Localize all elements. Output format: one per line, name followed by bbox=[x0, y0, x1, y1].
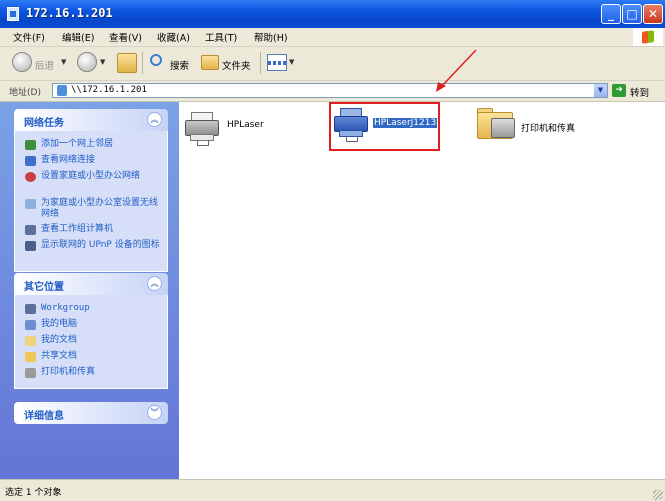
other-places-header[interactable]: 其它位置 ︽ bbox=[14, 273, 168, 295]
annotation-arrow bbox=[179, 102, 665, 479]
menu-view[interactable]: 查看(V) bbox=[109, 30, 142, 44]
explorer-window: 172.16.1.201 _ □ ✕ 文件(F) 编辑(E) 查看(V) 收藏(… bbox=[0, 0, 665, 501]
other-places-box: 其它位置 ︽ Workgroup 我的电脑 我的文档 共享文档 打印机和传真 bbox=[14, 273, 168, 389]
folders-button-label[interactable]: 文件夹 bbox=[222, 58, 251, 72]
details-box: 详细信息 ︾ bbox=[14, 402, 168, 424]
printer-item-hplaser[interactable]: HPLaser bbox=[185, 112, 275, 148]
menu-edit[interactable]: 编辑(E) bbox=[62, 30, 94, 44]
workgroup-icon bbox=[25, 304, 36, 314]
title-bar[interactable]: 172.16.1.201 _ □ ✕ bbox=[0, 0, 665, 28]
minimize-button[interactable]: _ bbox=[601, 4, 621, 24]
my-computer-icon bbox=[25, 320, 36, 330]
forward-dropdown-icon[interactable]: ▼ bbox=[100, 58, 105, 66]
other-places-list: Workgroup 我的电脑 我的文档 共享文档 打印机和传真 bbox=[14, 295, 168, 389]
folder-item-label[interactable]: 打印机和传真 bbox=[521, 121, 575, 134]
wireless-network-icon bbox=[25, 199, 36, 209]
address-input[interactable]: \\172.16.1.201 ▼ bbox=[52, 83, 608, 98]
toolbar: 后退 ▼ ▼ 搜索 文件夹 ▼ bbox=[0, 47, 665, 81]
network-folder-icon bbox=[7, 7, 19, 21]
expand-chevron-icon[interactable]: ︾ bbox=[147, 405, 162, 420]
search-button-label[interactable]: 搜索 bbox=[170, 58, 189, 72]
close-icon: ✕ bbox=[647, 7, 659, 21]
network-tasks-list: 添加一个网上邻居 查看网络连接 设置家庭或小型办公网络 为家庭或小型办公室设置无… bbox=[14, 131, 168, 272]
network-printer-icon bbox=[185, 112, 219, 146]
other-places-title: 其它位置 bbox=[24, 282, 64, 293]
shared-documents-icon bbox=[25, 352, 36, 362]
add-network-place-icon bbox=[25, 140, 36, 150]
task-pane: 网络任务 ︽ 添加一个网上邻居 查看网络连接 设置家庭或小型办公网络 为家庭或小… bbox=[0, 102, 179, 479]
back-button-label[interactable]: 后退 bbox=[35, 58, 54, 72]
resize-grip-icon[interactable] bbox=[653, 490, 663, 500]
folders-icon[interactable] bbox=[201, 55, 219, 70]
menu-bar: 文件(F) 编辑(E) 查看(V) 收藏(A) 工具(T) 帮助(H) bbox=[0, 28, 665, 47]
address-bar: 地址(D) \\172.16.1.201 ▼ ➜ 转到 bbox=[0, 81, 665, 102]
up-folder-icon[interactable] bbox=[117, 53, 137, 73]
details-header[interactable]: 详细信息 ︾ bbox=[14, 402, 168, 424]
my-documents-icon bbox=[25, 336, 36, 346]
address-dropdown-icon[interactable]: ▼ bbox=[594, 84, 607, 97]
menu-favorites[interactable]: 收藏(A) bbox=[157, 30, 190, 44]
views-icon[interactable] bbox=[267, 54, 287, 71]
maximize-icon: □ bbox=[626, 7, 638, 21]
address-value[interactable]: \\172.16.1.201 bbox=[71, 85, 147, 95]
network-tasks-title: 网络任务 bbox=[24, 118, 64, 129]
network-location-icon bbox=[57, 85, 67, 96]
home-network-icon bbox=[25, 172, 36, 182]
printers-folder-icon bbox=[477, 108, 515, 139]
minimize-icon: _ bbox=[608, 7, 614, 21]
workgroup-computers-icon bbox=[25, 225, 36, 235]
views-dropdown-icon[interactable]: ▼ bbox=[289, 58, 294, 66]
details-title: 详细信息 bbox=[24, 411, 64, 422]
network-connections-icon bbox=[25, 156, 36, 166]
toolbar-separator bbox=[260, 52, 261, 74]
network-tasks-box: 网络任务 ︽ 添加一个网上邻居 查看网络连接 设置家庭或小型办公网络 为家庭或小… bbox=[14, 109, 168, 272]
back-dropdown-icon[interactable]: ▼ bbox=[61, 58, 66, 66]
toolbar-separator bbox=[142, 52, 143, 74]
go-arrow-icon[interactable]: ➜ bbox=[612, 84, 626, 97]
windows-logo-icon bbox=[633, 28, 663, 46]
upnp-device-icon bbox=[25, 241, 36, 251]
forward-arrow-icon[interactable] bbox=[77, 52, 97, 72]
menu-help[interactable]: 帮助(H) bbox=[254, 30, 288, 44]
menu-file[interactable]: 文件(F) bbox=[13, 30, 45, 44]
printer-item-label[interactable]: HPLaser bbox=[227, 120, 264, 130]
window-title: 172.16.1.201 bbox=[26, 6, 113, 20]
collapse-chevron-icon[interactable]: ︽ bbox=[147, 276, 162, 291]
close-button[interactable]: ✕ bbox=[643, 4, 663, 24]
menu-tools[interactable]: 工具(T) bbox=[205, 30, 237, 44]
printers-faxes-icon bbox=[25, 368, 36, 378]
status-text: 选定 1 个对象 bbox=[5, 488, 62, 498]
network-tasks-header[interactable]: 网络任务 ︽ bbox=[14, 109, 168, 131]
maximize-button[interactable]: □ bbox=[622, 4, 642, 24]
status-bar: 选定 1 个对象 bbox=[0, 479, 665, 501]
search-icon[interactable] bbox=[150, 54, 162, 66]
file-list-view[interactable]: HPLaser HPLaserJ1213 打印机和传真 bbox=[179, 102, 665, 479]
collapse-chevron-icon[interactable]: ︽ bbox=[147, 112, 162, 127]
printers-faxes-item[interactable]: 打印机和传真 bbox=[477, 108, 597, 144]
back-arrow-icon[interactable] bbox=[12, 52, 32, 72]
highlight-box bbox=[329, 102, 440, 151]
go-button-label[interactable]: 转到 bbox=[630, 85, 649, 99]
address-label: 地址(D) bbox=[9, 88, 41, 98]
